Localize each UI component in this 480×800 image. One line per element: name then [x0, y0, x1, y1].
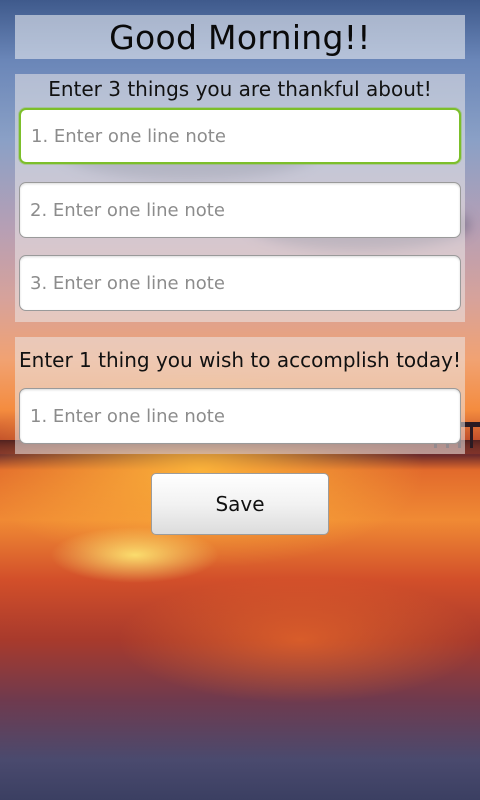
title-bar: Good Morning!!: [15, 15, 465, 59]
thankful-note-2-input[interactable]: [19, 182, 461, 238]
page-title: Good Morning!!: [109, 17, 371, 57]
save-button[interactable]: Save: [151, 473, 329, 535]
thankful-heading: Enter 3 things you are thankful about!: [48, 77, 432, 101]
accomplish-panel: Enter 1 thing you wish to accomplish tod…: [15, 337, 465, 454]
thankful-note-1-input[interactable]: [19, 108, 461, 164]
accomplish-note-1-input[interactable]: [19, 388, 461, 444]
thankful-panel: Enter 3 things you are thankful about!: [15, 74, 465, 322]
accomplish-heading: Enter 1 thing you wish to accomplish tod…: [19, 348, 461, 372]
thankful-note-3-input[interactable]: [19, 255, 461, 311]
